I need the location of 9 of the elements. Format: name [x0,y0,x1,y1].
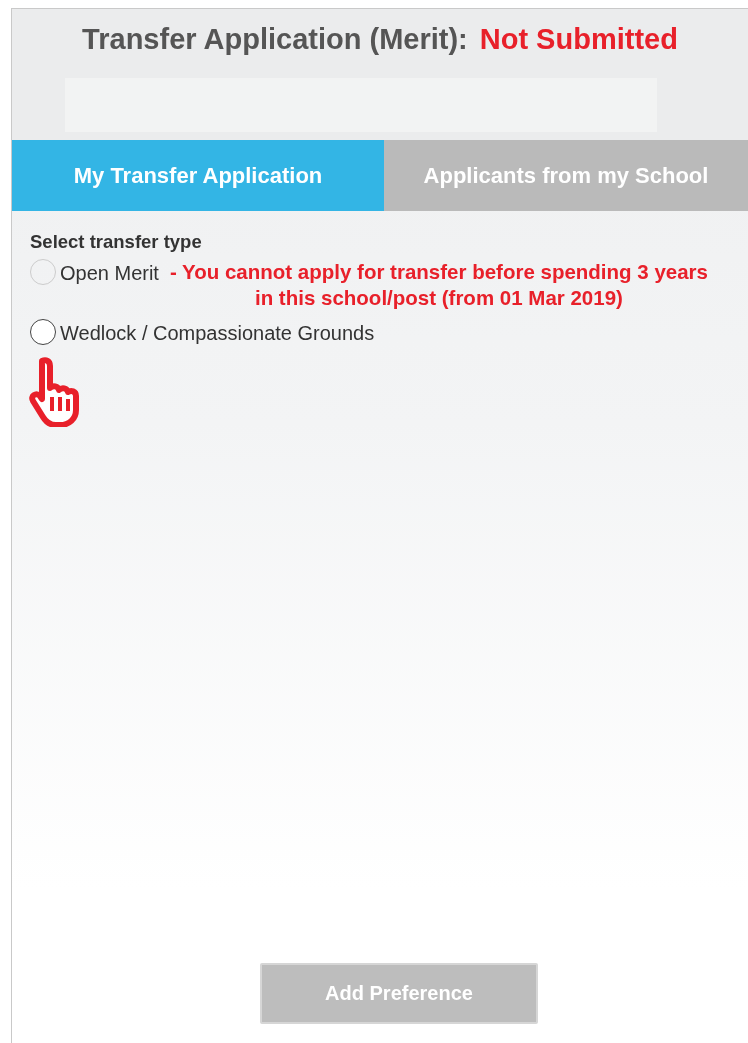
field-label: Select transfer type [30,231,203,253]
radio-button[interactable] [30,319,56,345]
status-text: Not Submitted [479,23,678,56]
option-label: Open Merit [60,261,159,286]
option-label: Wedlock / Compassionate Grounds [60,321,375,346]
tab[interactable]: Applicants from my School [384,140,748,211]
page-title: Transfer Application (Merit): [82,23,468,56]
tab[interactable]: My Transfer Application [12,140,384,211]
warning-text: - You cannot apply for transfer before spending 3 years in this school/post (from 01 Mar 2019) [168,259,709,311]
